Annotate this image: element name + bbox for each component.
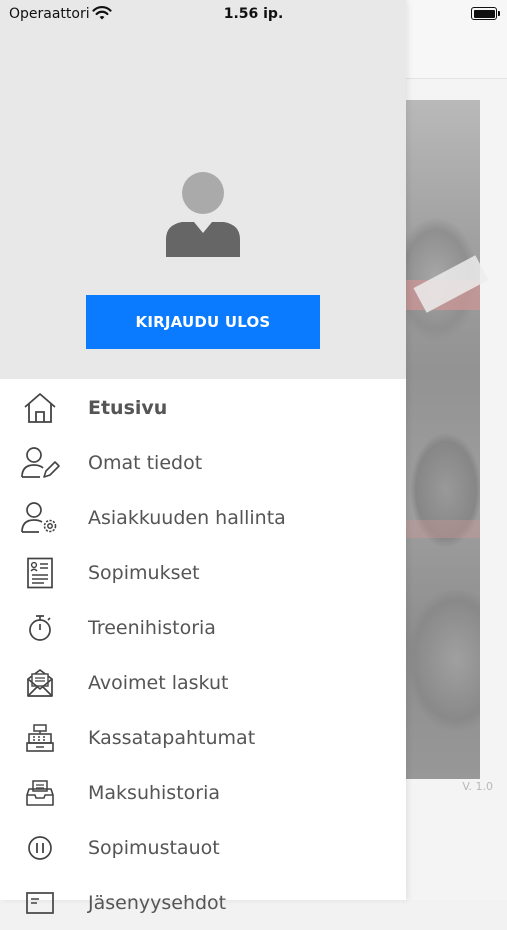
menu-item-label: Asiakkuuden hallinta: [88, 506, 286, 529]
pause-icon: [20, 830, 60, 866]
status-time: 1.56 ip.: [223, 6, 284, 22]
menu-item-label: Sopimukset: [88, 561, 200, 584]
gym-photo: [406, 100, 489, 779]
contract-icon: [20, 555, 60, 591]
photo-detail: [406, 520, 480, 538]
menu-item-etusivu[interactable]: Etusivu: [0, 380, 406, 435]
user-avatar-icon: [164, 171, 242, 259]
menu-item-kassatapahtumat[interactable]: Kassatapahtumat: [0, 710, 406, 765]
menu-item-asiakkuuden-hallinta[interactable]: Asiakkuuden hallinta: [0, 490, 406, 545]
card-icon: [20, 885, 60, 921]
home-icon: [20, 390, 60, 426]
menu-item-jasenyysehdot[interactable]: Jäsenyysehdot: [0, 875, 406, 930]
menu-item-sopimustauot[interactable]: Sopimustauot: [0, 820, 406, 875]
menu-item-label: Avoimet laskut: [88, 671, 229, 694]
menu-item-label: Etusivu: [88, 396, 168, 419]
logout-button[interactable]: KIRJAUDU ULOS: [86, 295, 320, 349]
menu-item-label: Sopimustauot: [88, 836, 220, 859]
payment-tray-icon: [20, 775, 60, 811]
menu-item-avoimet-laskut[interactable]: Avoimet laskut: [0, 655, 406, 710]
drawer-header: Operaattori KIRJAUDU ULOS: [0, 0, 406, 379]
menu-item-label: Jäsenyysehdot: [88, 891, 227, 914]
cash-register-icon: [20, 720, 60, 756]
menu-item-sopimukset[interactable]: Sopimukset: [0, 545, 406, 600]
stopwatch-icon: [20, 610, 60, 646]
menu-item-omat-tiedot[interactable]: Omat tiedot: [0, 435, 406, 490]
menu-item-label: Maksuhistoria: [88, 781, 221, 804]
envelope-icon: [20, 665, 60, 701]
user-settings-icon: [20, 500, 60, 536]
user-edit-icon: [20, 445, 60, 481]
menu-item-maksuhistoria[interactable]: Maksuhistoria: [0, 765, 406, 820]
side-drawer: Operaattori KIRJAUDU ULOS Etusivu Omat t…: [0, 0, 406, 914]
menu-item-label: Treenihistoria: [88, 616, 216, 639]
menu-item-label: Kassatapahtumat: [88, 726, 256, 749]
menu-item-label: Omat tiedot: [88, 451, 203, 474]
menu-item-treenihistoria[interactable]: Treenihistoria: [0, 600, 406, 655]
version-label: V. 1.0: [462, 780, 493, 793]
